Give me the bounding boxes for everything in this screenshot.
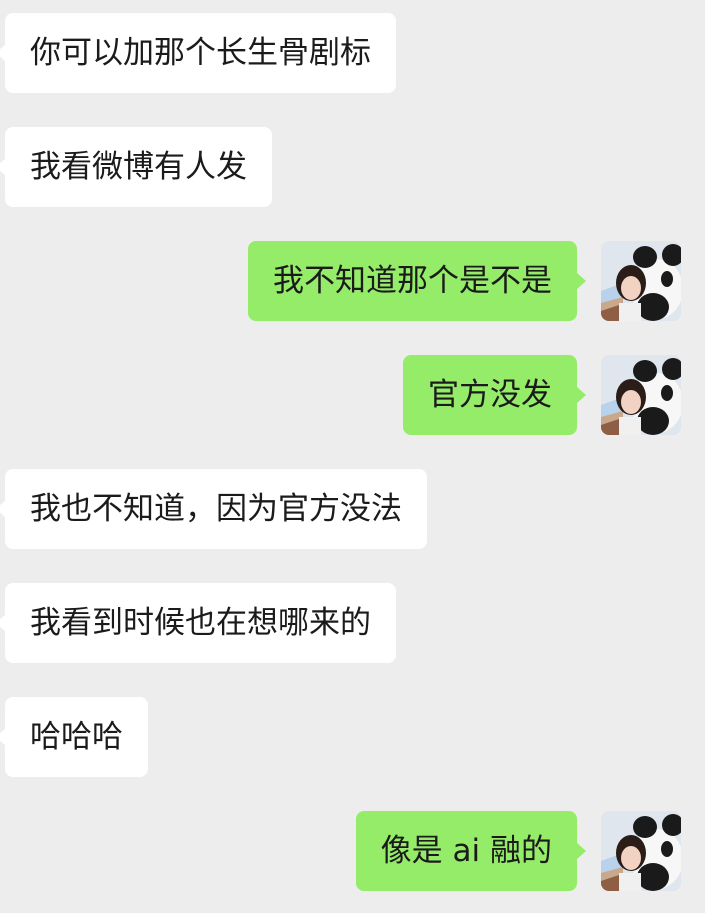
incoming-message-bubble[interactable]: 哈哈哈: [0, 697, 148, 777]
message-text: 我看微博有人发: [30, 148, 247, 185]
user-avatar-panda-girl[interactable]: [601, 355, 681, 435]
incoming-message-bubble[interactable]: 你可以加那个长生骨剧标: [0, 13, 396, 93]
avatar-image: [601, 355, 681, 435]
avatar-image: [601, 811, 681, 891]
incoming-message-bubble[interactable]: 我看到时候也在想哪来的: [0, 583, 396, 663]
avatar-image: [601, 241, 681, 321]
message-text: 像是 ai 融的: [380, 832, 552, 869]
message-text: 我也不知道，因为官方没法: [30, 490, 402, 527]
message-text: 官方没发: [428, 376, 552, 413]
incoming-message-bubble[interactable]: 我看微博有人发: [0, 127, 272, 207]
message-text: 哈哈哈: [30, 718, 123, 755]
incoming-message-bubble[interactable]: 我也不知道，因为官方没法: [0, 469, 427, 549]
message-text: 我不知道那个是不是: [273, 262, 552, 299]
user-avatar-panda-girl[interactable]: [601, 241, 681, 321]
message-text: 我看到时候也在想哪来的: [30, 604, 371, 641]
outgoing-message-bubble[interactable]: 像是 ai 融的: [355, 811, 587, 891]
outgoing-message-bubble[interactable]: 官方没发: [403, 355, 586, 435]
user-avatar-panda-girl[interactable]: [601, 811, 681, 891]
outgoing-message-bubble[interactable]: 我不知道那个是不是: [248, 241, 586, 321]
message-text: 你可以加那个长生骨剧标: [30, 34, 371, 71]
